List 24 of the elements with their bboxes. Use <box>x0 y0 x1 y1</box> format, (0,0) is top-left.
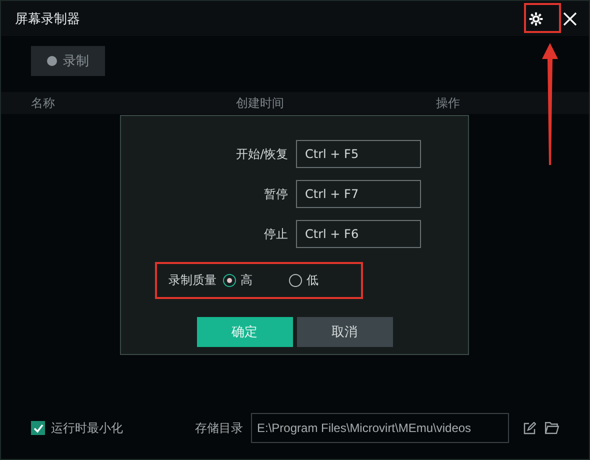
hotkey-label: 开始/恢复 <box>234 146 288 162</box>
minimize-label: 运行时最小化 <box>51 420 123 436</box>
quality-radio[interactable]: 高 <box>222 272 282 289</box>
hotkey-label: 停止 <box>263 226 288 242</box>
cancel-button[interactable]: 取消 <box>296 317 392 347</box>
edit-icon[interactable] <box>523 422 536 434</box>
quality-label: 录制质量 <box>168 272 216 289</box>
hotkey-field[interactable]: Ctrl + F5 <box>296 140 421 168</box>
close-icon <box>563 12 577 26</box>
record-button[interactable]: 录制 <box>31 46 105 76</box>
quality-radio[interactable]: 低 <box>288 272 348 289</box>
storage-path-field[interactable]: E:\Program Files\Microvirt\MEmu\videos <box>251 413 509 443</box>
hotkey-field[interactable]: Ctrl + F6 <box>296 220 421 248</box>
hotkey-label: 暂停 <box>263 186 288 202</box>
highlight-box <box>524 3 561 33</box>
column-header: 操作 <box>436 94 461 112</box>
hotkey-field[interactable]: Ctrl + F7 <box>296 180 421 208</box>
window-title: 屏幕录制器 <box>15 10 81 28</box>
folder-icon[interactable] <box>545 422 559 434</box>
column-header: 创建时间 <box>236 94 285 112</box>
column-header: 名称 <box>31 94 56 112</box>
settings-icon <box>528 10 544 26</box>
storage-label: 存储目录 <box>195 420 243 436</box>
minimize-checkbox[interactable] <box>31 421 45 435</box>
